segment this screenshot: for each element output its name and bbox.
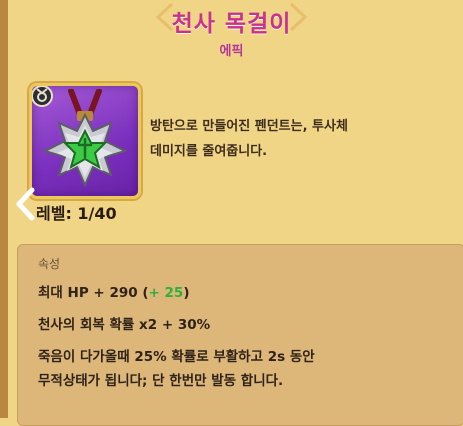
stat-max-hp-base: 최대 HP + 290 ( [38,285,149,301]
stat-revive-line-2: 무적상태가 됩니다; 단 한번만 발동 합니다. [38,373,284,389]
item-icon-frame[interactable] [29,83,141,199]
tier-badge-icon [32,86,53,107]
description-line-2: 데미지를 줄여줍니다. [150,144,268,159]
item-level: 레벨: 1/40 [36,204,117,223]
stats-header: 속성 [38,257,61,271]
description-line-1: 방탄으로 만들어진 펜던트는, 투사체 [150,119,348,134]
left-edge-strip [0,0,8,418]
chevron-left-icon[interactable] [14,186,36,222]
stat-max-hp-bonus: + 25 [148,285,184,301]
stat-revive-line-1: 죽음이 다가올때 25% 확률로 부활하고 2s 동안 [38,349,315,365]
stat-max-hp: 최대 HP + 290 (+ 25) [38,281,189,301]
stat-max-hp-close: ) [183,285,190,301]
item-rarity: 에픽 [219,44,244,59]
item-title: 천사 목걸이 [171,11,292,37]
item-description: 방탄으로 만들어진 펜던트는, 투사체 데미지를 줄여줍니다. [150,114,450,164]
stat-angel-recovery: 천사의 회복 확률 x2 + 30% [38,317,211,333]
stats-panel: 속성 최대 HP + 290 (+ 25) 천사의 회복 확률 x2 + 30%… [17,244,463,426]
